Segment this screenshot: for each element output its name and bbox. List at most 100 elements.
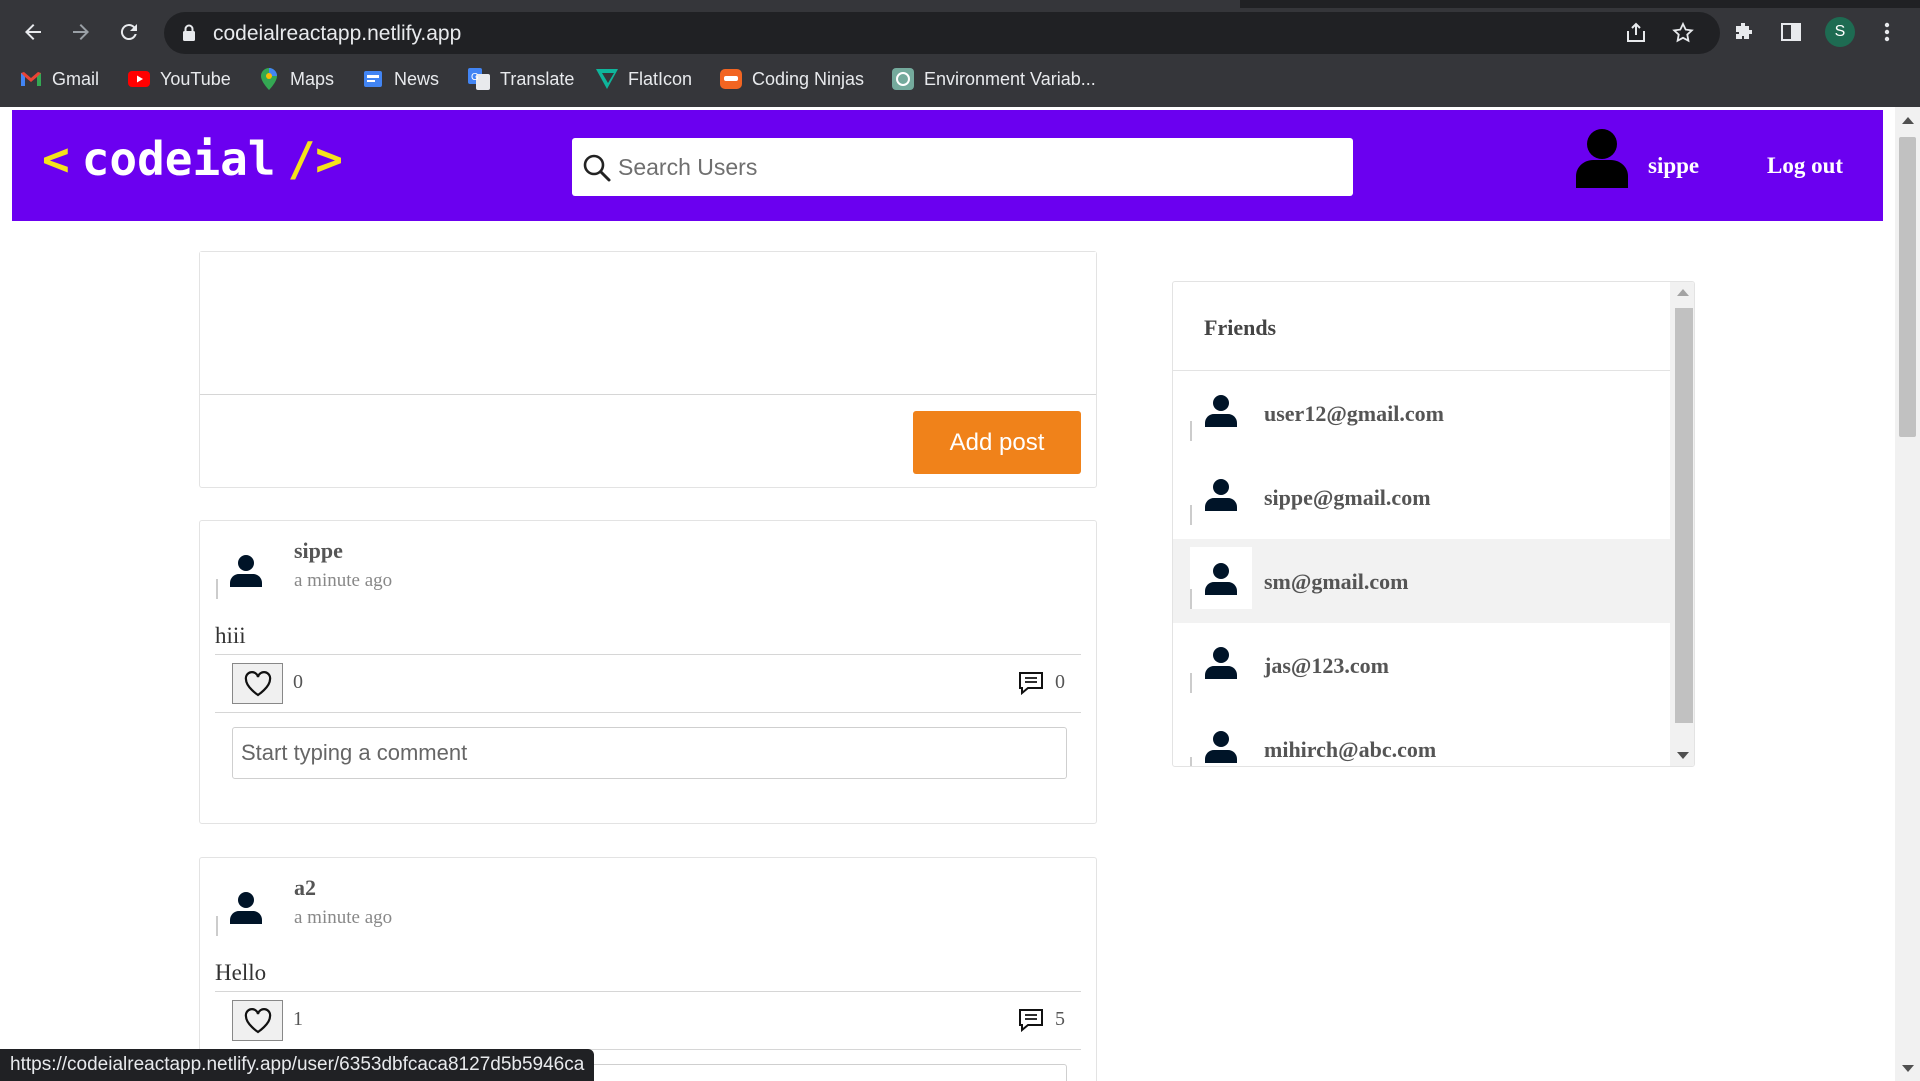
extensions-icon[interactable]	[1726, 15, 1760, 49]
bookmark-translate[interactable]: G Translate	[468, 64, 574, 94]
comment-count: 5	[1055, 1008, 1065, 1030]
friend-email[interactable]: jas@123.com	[1264, 653, 1389, 679]
like-count: 1	[293, 1008, 303, 1030]
search-box	[572, 138, 1353, 196]
bookmark-youtube[interactable]: YouTube	[128, 64, 231, 94]
translate-icon: G	[468, 68, 490, 90]
bookmark-label: Gmail	[52, 68, 100, 89]
comment-input[interactable]	[232, 727, 1067, 779]
friend-email[interactable]: sippe@gmail.com	[1264, 485, 1431, 511]
friends-scrollbar[interactable]	[1670, 282, 1694, 766]
post-author-name[interactable]: sippe	[294, 538, 343, 564]
search-users-input[interactable]	[618, 148, 1318, 186]
post-card: a2 a minute ago Hello 1 5	[199, 857, 1097, 1081]
bookmark-environment[interactable]: Environment Variab...	[892, 64, 1096, 94]
bookmark-label: Translate	[500, 68, 575, 89]
bookmark-label: FlatIcon	[628, 68, 693, 89]
comment-count: 0	[1055, 671, 1065, 693]
like-button[interactable]	[232, 663, 283, 704]
logo-right-bracket: />	[287, 132, 343, 186]
person-icon	[1190, 715, 1252, 766]
post-timestamp: a minute ago	[294, 570, 393, 591]
bookmark-maps[interactable]: Maps	[258, 64, 334, 94]
bookmark-news[interactable]: News	[362, 64, 439, 94]
comment-icon[interactable]	[1018, 1008, 1044, 1037]
friend-item[interactable]: sm@gmail.com	[1173, 539, 1670, 623]
divider	[215, 654, 1081, 655]
scroll-down-arrow-icon[interactable]	[1902, 1065, 1914, 1072]
friend-email[interactable]: sm@gmail.com	[1264, 569, 1409, 595]
scroll-up-arrow-icon[interactable]	[1902, 117, 1914, 124]
create-post-card: Add post	[199, 251, 1097, 488]
friend-email[interactable]: user12@gmail.com	[1264, 401, 1444, 427]
lock-icon[interactable]	[182, 24, 196, 47]
friend-item[interactable]: sippe@gmail.com	[1173, 455, 1670, 539]
scroll-up-arrow-icon[interactable]	[1677, 289, 1689, 296]
user-name[interactable]: sippe	[1648, 153, 1699, 179]
back-icon[interactable]	[16, 15, 50, 49]
scrollbar-thumb[interactable]	[1899, 137, 1916, 437]
logo-word: codeial	[81, 132, 276, 186]
bookmark-flaticon[interactable]: FlatIcon	[596, 64, 692, 94]
browser-chrome: codeialreactapp.netlify.app S Gmail YouT…	[0, 0, 1920, 107]
gmail-icon	[20, 68, 42, 90]
tab-strip	[0, 0, 1920, 8]
person-icon	[1190, 463, 1252, 525]
post-content: hiii	[215, 623, 246, 648]
post-content: Hello	[215, 960, 267, 985]
forward-icon[interactable]	[64, 15, 98, 49]
bookmark-label: Maps	[290, 68, 335, 89]
address-url[interactable]: codeialreactapp.netlify.app	[213, 22, 461, 46]
logout-link[interactable]: Log out	[1767, 153, 1843, 179]
post-author-name[interactable]: a2	[294, 875, 316, 901]
status-bar-url: https://codeialreactapp.netlify.app/user…	[0, 1049, 595, 1081]
friend-item[interactable]: jas@123.com	[1173, 623, 1670, 707]
codeial-logo[interactable]: < codeial />	[42, 132, 343, 186]
flaticon-icon	[596, 68, 618, 90]
page-viewport: < codeial /> sippe Log out Add post sipp…	[0, 107, 1920, 1081]
heart-icon	[244, 1007, 271, 1033]
page-scrollbar[interactable]	[1895, 107, 1920, 1081]
coding-ninjas-icon	[720, 68, 742, 90]
friend-item[interactable]: mihirch@abc.com	[1173, 707, 1670, 766]
post-card: sippe a minute ago hiii 0 0	[199, 520, 1097, 824]
divider	[215, 991, 1081, 992]
app-navbar: < codeial /> sippe Log out	[12, 110, 1883, 221]
side-panel-icon[interactable]	[1774, 15, 1808, 49]
youtube-icon	[128, 68, 150, 90]
post-textarea[interactable]	[200, 252, 1096, 395]
profile-avatar[interactable]: S	[1825, 17, 1855, 47]
bookmark-coding-ninjas[interactable]: Coding Ninjas	[720, 64, 864, 94]
address-bar[interactable]: codeialreactapp.netlify.app	[164, 12, 1720, 54]
heart-icon	[244, 670, 271, 696]
openai-icon	[892, 68, 914, 90]
logo-left-bracket: <	[42, 132, 70, 186]
friend-item[interactable]: user12@gmail.com	[1173, 371, 1670, 455]
friend-email[interactable]: mihirch@abc.com	[1264, 737, 1436, 763]
active-tab-hint	[0, 0, 1240, 8]
more-menu-icon[interactable]	[1870, 15, 1904, 49]
scroll-down-arrow-icon[interactable]	[1677, 752, 1689, 759]
scrollbar-thumb[interactable]	[1675, 308, 1693, 723]
add-post-button[interactable]: Add post	[913, 411, 1081, 474]
comment-icon[interactable]	[1018, 671, 1044, 700]
search-icon	[582, 153, 612, 188]
news-icon	[362, 68, 384, 90]
post-author-avatar[interactable]	[216, 539, 276, 599]
person-icon	[1190, 631, 1252, 693]
user-avatar-icon[interactable]	[1575, 128, 1629, 193]
bookmark-label: YouTube	[160, 68, 231, 89]
bookmark-label: Coding Ninjas	[752, 68, 865, 89]
like-button[interactable]	[232, 1000, 283, 1041]
person-icon	[1190, 547, 1252, 609]
reload-icon[interactable]	[112, 15, 146, 49]
post-author-avatar[interactable]	[216, 876, 276, 936]
share-icon[interactable]	[1624, 21, 1648, 50]
bookmark-gmail[interactable]: Gmail	[20, 64, 99, 94]
bookmark-label: News	[394, 68, 440, 89]
bookmark-star-icon[interactable]	[1671, 21, 1695, 50]
person-icon	[1190, 379, 1252, 441]
friends-title: Friends	[1204, 315, 1277, 340]
svg-text:G: G	[471, 72, 479, 83]
friends-panel: Friends user12@gmail.com sippe@gmail.com…	[1172, 281, 1695, 767]
